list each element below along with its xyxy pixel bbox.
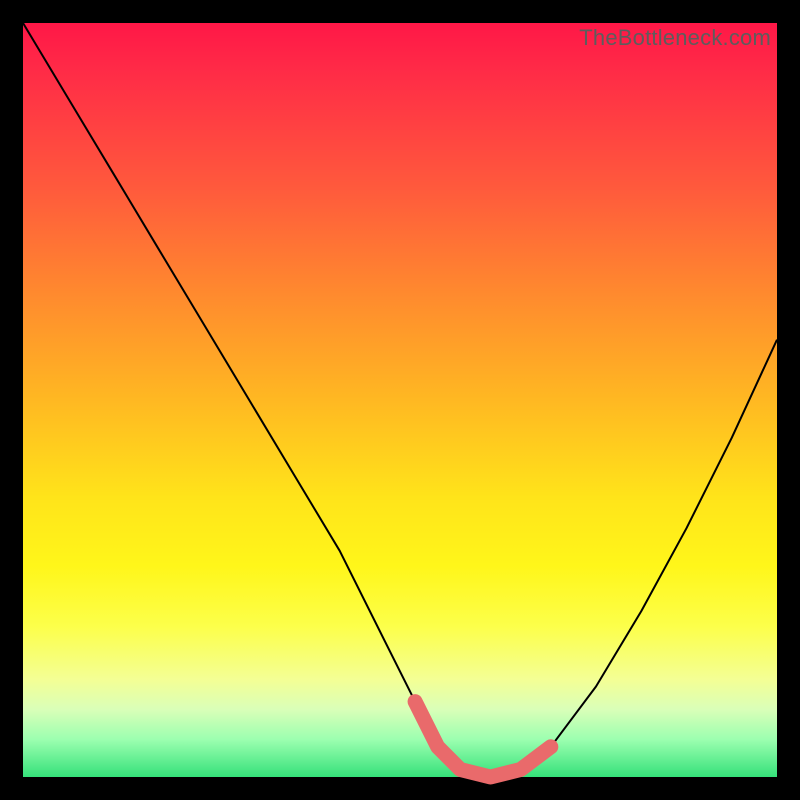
curve-svg (23, 23, 777, 777)
chart-container: TheBottleneck.com (0, 0, 800, 800)
bottleneck-curve (23, 23, 777, 777)
plot-area: TheBottleneck.com (23, 23, 777, 777)
optimal-range-highlight (415, 702, 551, 777)
